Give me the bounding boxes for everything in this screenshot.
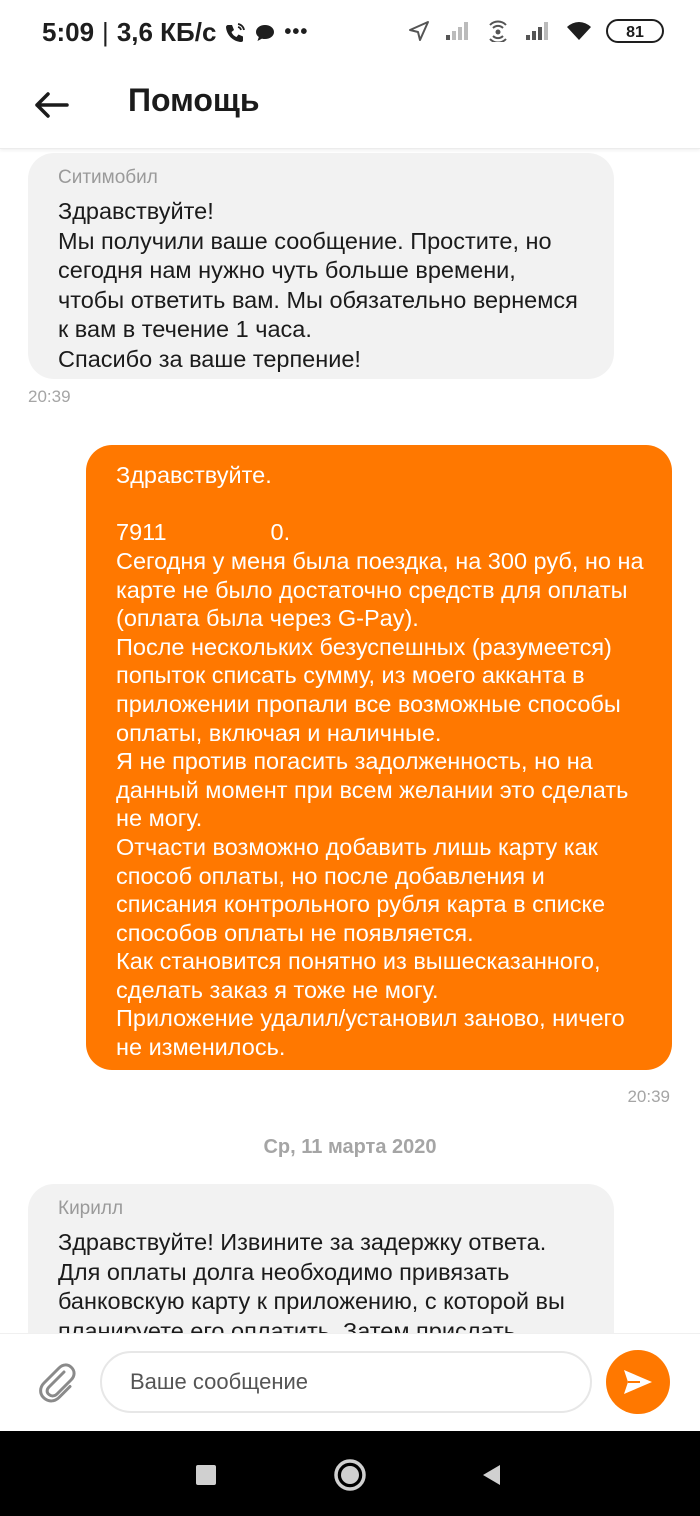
wifi-call-icon: [226, 22, 246, 42]
signal-icon-2: [526, 22, 548, 40]
incoming-message: Кирилл Здравствуйте! Извините за задержк…: [28, 1184, 614, 1333]
phone-prefix: 7911: [116, 519, 167, 546]
attach-button[interactable]: [30, 1354, 84, 1408]
home-button[interactable]: [330, 1455, 370, 1495]
message-time: 20:39: [627, 1087, 670, 1106]
square-icon: [196, 1465, 216, 1485]
chat-messages[interactable]: Ситимобил Здравствуйте! Мы получили ваше…: [0, 150, 700, 1333]
network-speed: 3,6 КБ/с: [116, 17, 217, 47]
arrow-left-icon: [35, 92, 69, 118]
status-time: 5:09: [42, 17, 95, 47]
send-button[interactable]: [606, 1350, 670, 1414]
message-composer: [0, 1333, 700, 1432]
more-notifications: •••: [284, 21, 309, 43]
phone-suffix: 0.: [270, 519, 291, 546]
paperclip-icon: [39, 1363, 76, 1403]
back-nav-button[interactable]: [472, 1455, 512, 1495]
recent-apps-button[interactable]: [186, 1455, 226, 1495]
system-navigation-bar: [0, 1431, 700, 1516]
outgoing-message: Здравствуйте. 7911 0. Сегодня у меня была…: [86, 445, 672, 1070]
message-text: Здравствуйте! Извините за задержку ответ…: [58, 1229, 565, 1333]
message-input[interactable]: [100, 1351, 592, 1413]
incoming-message: Ситимобил Здравствуйте! Мы получили ваше…: [28, 153, 614, 379]
message-text: Здравствуйте! Мы получили ваше сообщение…: [58, 198, 578, 372]
app-header: Помощь: [0, 62, 700, 149]
hotspot-icon: [489, 20, 507, 42]
status-separator: |: [102, 17, 109, 47]
message-sender: Ситимобил: [58, 167, 158, 188]
wifi-icon: [567, 22, 591, 40]
back-button[interactable]: [28, 82, 74, 128]
redacted-phone: [166, 520, 271, 547]
triangle-back-icon: [483, 1465, 500, 1485]
message-phone: 7911 0.: [116, 490, 644, 547]
signal-icon-1: [446, 22, 468, 40]
message-greeting: Здравствуйте.: [116, 462, 272, 488]
circle-icon: [334, 1459, 366, 1491]
battery-indicator: 81: [606, 19, 664, 43]
page-title: Помощь: [128, 82, 260, 118]
chat-notification-icon: [256, 24, 275, 41]
status-right: 81: [408, 16, 664, 46]
location-icon: [409, 21, 429, 41]
message-time: 20:39: [28, 387, 71, 406]
message-sender: Кирилл: [58, 1198, 124, 1219]
message-text: Сегодня у меня была поездка, на 300 руб,…: [116, 547, 644, 1061]
date-separator: Ср, 11 марта 2020: [263, 1136, 437, 1158]
status-left: 5:09 | 3,6 КБ/с •••: [42, 17, 308, 48]
status-bar: 5:09 | 3,6 КБ/с ••• 81: [0, 0, 700, 62]
send-icon: [624, 1370, 652, 1394]
